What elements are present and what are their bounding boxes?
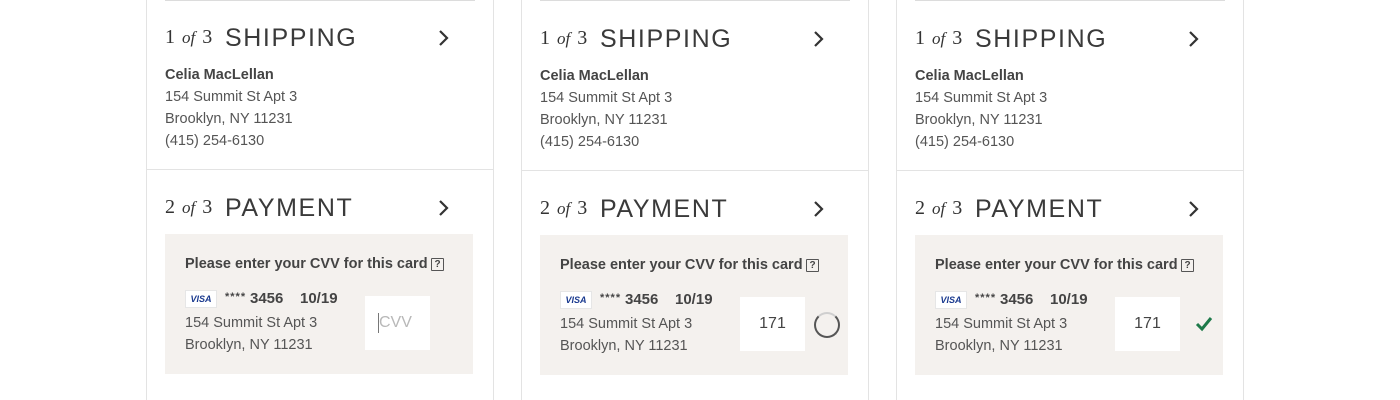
billing-address: 154 Summit St Apt 3 Brooklyn, NY 11231 [185, 315, 318, 353]
phone-number: (415) 254-6130 [165, 133, 265, 149]
cvv-input[interactable] [1115, 297, 1180, 351]
card-last4: 3456 [625, 291, 659, 308]
shipping-title: SHIPPING [600, 25, 733, 53]
top-divider [915, 0, 1225, 1]
top-divider [165, 0, 475, 1]
card-expiry: 10/19 [675, 291, 713, 308]
visa-logo-icon: VISA [185, 290, 217, 308]
card-mask: **** [975, 292, 997, 304]
shipping-title: SHIPPING [225, 24, 358, 52]
shipping-step-header[interactable]: 1 of 3 SHIPPING [540, 25, 850, 55]
chevron-right-icon[interactable] [433, 28, 453, 48]
checkout-panel-empty: 1 of 3 SHIPPING Celia MacLellan 154 Summ… [146, 0, 494, 400]
cvv-prompt: Please enter your CVV for this card [935, 257, 1178, 273]
payment-title: PAYMENT [600, 195, 729, 223]
top-divider [540, 0, 850, 1]
checkout-panel-validating: 1 of 3 SHIPPING Celia MacLellan 154 Summ… [521, 0, 869, 400]
address-line2: Brooklyn, NY 11231 [915, 112, 1043, 128]
payment-step-header[interactable]: 2 of 3 PAYMENT [915, 195, 1225, 225]
section-divider [147, 169, 493, 170]
section-divider [522, 170, 868, 171]
card-expiry: 10/19 [1050, 291, 1088, 308]
address-line2: Brooklyn, NY 11231 [540, 112, 668, 128]
step-counter: 2 of 3 [540, 197, 588, 219]
cvv-entry-box: Please enter your CVV for this card ? VI… [540, 235, 848, 375]
address-line2: Brooklyn, NY 11231 [165, 111, 293, 127]
help-icon[interactable]: ? [806, 259, 819, 272]
checkmark-icon [1195, 317, 1213, 332]
recipient-name: Celia MacLellan [915, 68, 1024, 84]
payment-title: PAYMENT [225, 194, 354, 222]
step-counter: 2 of 3 [915, 197, 963, 219]
card-mask: **** [225, 291, 247, 303]
card-last4: 3456 [1000, 291, 1034, 308]
payment-step-header[interactable]: 2 of 3 PAYMENT [165, 194, 475, 224]
recipient-name: Celia MacLellan [540, 68, 649, 84]
shipping-address: Celia MacLellan 154 Summit St Apt 3 Broo… [915, 65, 1047, 153]
billing-address: 154 Summit St Apt 3 Brooklyn, NY 11231 [935, 316, 1068, 354]
address-line1: 154 Summit St Apt 3 [915, 90, 1048, 106]
phone-number: (415) 254-6130 [915, 134, 1015, 150]
shipping-step-header[interactable]: 1 of 3 SHIPPING [915, 25, 1225, 55]
cvv-entry-box: Please enter your CVV for this card ? VI… [165, 234, 473, 374]
cvv-prompt: Please enter your CVV for this card [560, 257, 803, 273]
step-counter: 1 of 3 [915, 27, 963, 49]
help-icon[interactable]: ? [431, 258, 444, 271]
step-counter: 1 of 3 [165, 26, 213, 48]
payment-title: PAYMENT [975, 195, 1104, 223]
shipping-step-header[interactable]: 1 of 3 SHIPPING [165, 24, 475, 54]
text-caret [378, 313, 379, 333]
recipient-name: Celia MacLellan [165, 67, 274, 83]
billing-address: 154 Summit St Apt 3 Brooklyn, NY 11231 [560, 316, 693, 354]
card-expiry: 10/19 [300, 290, 338, 307]
address-line1: 154 Summit St Apt 3 [165, 89, 298, 105]
chevron-right-icon[interactable] [1183, 199, 1203, 219]
cvv-input[interactable] [740, 297, 805, 351]
payment-step-header[interactable]: 2 of 3 PAYMENT [540, 195, 850, 225]
chevron-right-icon[interactable] [1183, 29, 1203, 49]
section-divider [897, 170, 1243, 171]
help-icon[interactable]: ? [1181, 259, 1194, 272]
address-line1: 154 Summit St Apt 3 [540, 90, 673, 106]
card-last4: 3456 [250, 290, 284, 307]
cvv-entry-box: Please enter your CVV for this card ? VI… [915, 235, 1223, 375]
shipping-address: Celia MacLellan 154 Summit St Apt 3 Broo… [165, 64, 297, 152]
card-mask: **** [600, 292, 622, 304]
cvv-prompt: Please enter your CVV for this card [185, 256, 428, 272]
cvv-input[interactable] [365, 296, 430, 350]
visa-logo-icon: VISA [560, 291, 592, 309]
step-counter: 1 of 3 [540, 27, 588, 49]
step-counter: 2 of 3 [165, 196, 213, 218]
visa-logo-icon: VISA [935, 291, 967, 309]
phone-number: (415) 254-6130 [540, 134, 640, 150]
loading-spinner-icon [814, 312, 840, 338]
chevron-right-icon[interactable] [433, 198, 453, 218]
shipping-address: Celia MacLellan 154 Summit St Apt 3 Broo… [540, 65, 672, 153]
shipping-title: SHIPPING [975, 25, 1108, 53]
checkout-panel-validated: 1 of 3 SHIPPING Celia MacLellan 154 Summ… [896, 0, 1244, 400]
chevron-right-icon[interactable] [808, 29, 828, 49]
chevron-right-icon[interactable] [808, 199, 828, 219]
